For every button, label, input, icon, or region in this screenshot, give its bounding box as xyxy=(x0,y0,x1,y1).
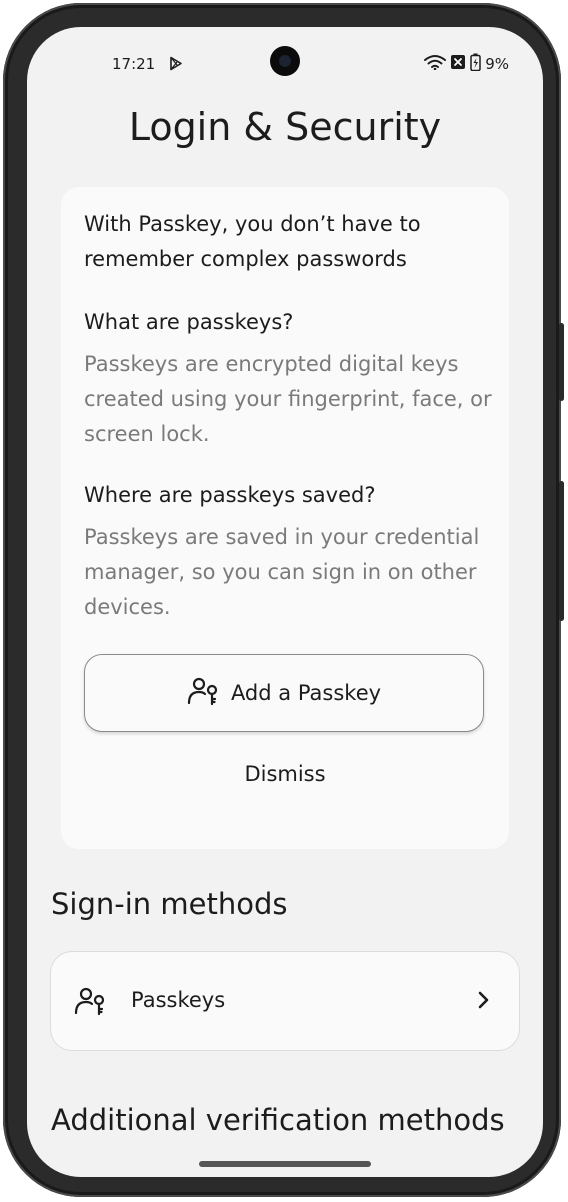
add-passkey-label: Add a Passkey xyxy=(230,681,382,705)
power-button xyxy=(559,481,564,621)
question-what-are-passkeys: What are passkeys? xyxy=(84,310,294,334)
dismiss-button[interactable]: Dismiss xyxy=(61,762,509,786)
battery-percent: 9% xyxy=(485,55,509,73)
card-intro-text: With Passkey, you don’t have to remember… xyxy=(84,212,421,271)
answer-where-saved: Passkeys are saved in your credential ma… xyxy=(84,525,480,619)
question-where-saved: Where are passkeys saved? xyxy=(84,483,376,507)
battery-charging-icon xyxy=(470,53,481,75)
screen: 17:21 9% Login & Security With Passkey, … xyxy=(27,27,543,1177)
person-key-icon xyxy=(74,986,106,1020)
volume-button xyxy=(559,323,564,401)
passkey-promo-card: With Passkey, you don’t have to remember… xyxy=(61,187,509,849)
sign-in-method-passkeys[interactable]: Passkeys xyxy=(50,951,520,1051)
status-time: 17:21 xyxy=(112,55,156,73)
page-title: Login & Security xyxy=(128,105,442,149)
status-icons: 9% xyxy=(424,53,509,75)
status-bar: 17:21 9% xyxy=(27,27,543,99)
wifi-icon xyxy=(424,54,447,74)
sign-in-method-label: Passkeys xyxy=(131,988,226,1012)
additional-verification-title: Additional verification methods xyxy=(51,1103,505,1137)
home-indicator[interactable] xyxy=(199,1161,371,1167)
phone-frame: 17:21 9% Login & Security With Passkey, … xyxy=(3,3,564,1197)
sign-in-methods-title: Sign-in methods xyxy=(51,887,288,921)
play-store-icon xyxy=(169,56,183,75)
answer-what-are-passkeys: Passkeys are encrypted digital keys crea… xyxy=(84,352,492,446)
sim-error-icon xyxy=(450,54,466,74)
add-passkey-button[interactable]: Add a Passkey xyxy=(84,654,484,732)
front-camera xyxy=(270,46,300,76)
person-key-icon xyxy=(187,676,219,711)
chevron-right-icon xyxy=(477,990,491,1014)
